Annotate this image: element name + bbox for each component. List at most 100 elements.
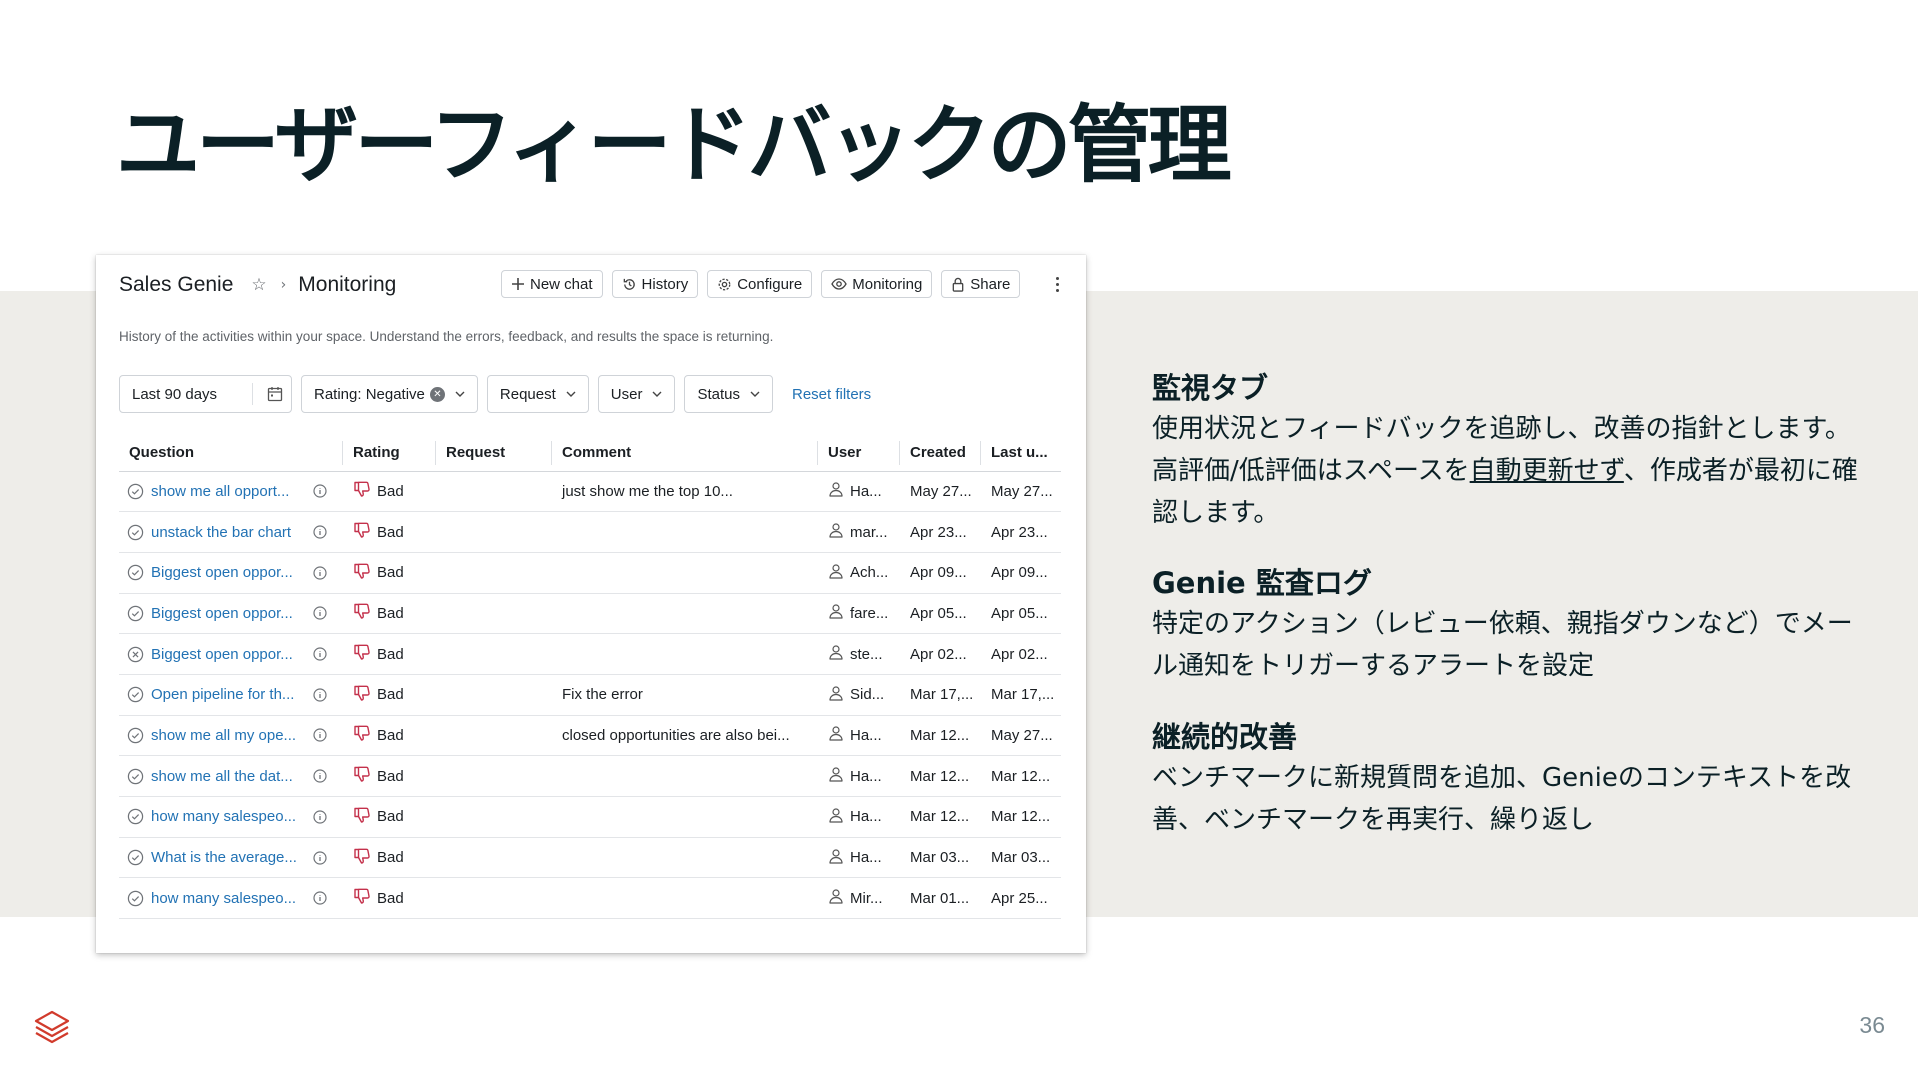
question-link[interactable]: show me all opport... [151, 483, 301, 500]
share-label: Share [970, 275, 1011, 293]
user-icon [828, 807, 850, 827]
info-icon[interactable] [313, 606, 327, 621]
star-icon[interactable]: ☆ [251, 275, 266, 295]
reset-filters-link[interactable]: Reset filters [792, 386, 871, 403]
table-row[interactable]: Biggest open oppor... Bad Ach... Apr 09... A… [119, 552, 1061, 594]
question-link[interactable]: What is the average... [151, 849, 301, 866]
table-row[interactable]: unstack the bar chart Bad mar... Apr 23... A… [119, 511, 1061, 553]
question-link[interactable]: unstack the bar chart [151, 524, 301, 541]
thumbs-down-icon [353, 765, 377, 787]
user-name: Sid... [850, 686, 885, 704]
created-cell: May 27... [900, 471, 981, 513]
info-icon[interactable] [313, 688, 327, 702]
info-icon[interactable] [313, 484, 327, 498]
table-row[interactable]: show me all the dat... Bad Ha... Mar 12... M… [119, 755, 1061, 797]
more-options-icon[interactable] [1048, 272, 1066, 296]
request-filter-label: Request [499, 385, 556, 403]
history-icon [623, 278, 635, 290]
user-name: Ha... [850, 808, 882, 826]
table-row[interactable]: Biggest open oppor... Bad fare... Apr 05...… [119, 593, 1061, 635]
thumbs-down-icon [353, 521, 377, 543]
success-status-icon [127, 483, 144, 500]
column-header[interactable]: Last u... [981, 435, 1061, 472]
comment-cell: Fix the error [552, 674, 818, 716]
date-range-label: Last 90 days [132, 385, 218, 403]
question-link[interactable]: how many salespeo... [151, 808, 301, 825]
question-link[interactable]: Biggest open oppor... [151, 646, 301, 663]
user-icon [828, 563, 850, 583]
app-name[interactable]: Sales Genie [119, 273, 233, 297]
success-status-icon [127, 808, 144, 825]
info-icon[interactable] [313, 647, 327, 661]
calendar-icon[interactable] [267, 386, 283, 402]
question-link[interactable]: how many salespeo... [151, 890, 301, 907]
rating-value: Bad [377, 849, 404, 867]
table-row[interactable]: show me all opport... Bad just show me the… [119, 471, 1061, 513]
last-updated-cell: May 27... [981, 471, 1061, 513]
info-icon[interactable] [313, 810, 327, 824]
rating-filter-label: Rating: Negative [314, 385, 425, 403]
user-filter[interactable]: User [597, 375, 676, 413]
rating-value: Bad [377, 767, 404, 785]
history-button[interactable]: History [611, 270, 699, 298]
clear-filter-icon[interactable]: ✕ [429, 386, 445, 402]
info-icon[interactable] [313, 850, 327, 865]
info-icon[interactable] [313, 769, 327, 783]
table-row[interactable]: Open pipeline for th... Bad Fix the error S… [119, 674, 1061, 716]
user-icon [828, 848, 850, 868]
configure-button[interactable]: Configure [707, 270, 813, 298]
success-status-icon [127, 524, 144, 541]
info-icon[interactable] [313, 891, 327, 905]
question-link[interactable]: Open pipeline for th... [151, 686, 301, 703]
databricks-logo-icon [34, 1010, 70, 1044]
last-updated-cell: Apr 09... [981, 552, 1061, 594]
new-chat-button[interactable]: New chat [501, 270, 603, 298]
table-row[interactable]: Biggest open oppor... Bad ste... Apr 02... A… [119, 633, 1061, 675]
table-row[interactable]: how many salespeo... Bad Mir... Mar 01... Ap… [119, 877, 1061, 920]
user-icon [828, 888, 850, 908]
question-link[interactable]: show me all the dat... [151, 768, 301, 785]
status-filter[interactable]: Status [684, 375, 773, 413]
monitoring-button[interactable]: Monitoring [821, 270, 933, 298]
request-filter[interactable]: Request [486, 375, 589, 413]
thumbs-down-icon [353, 480, 377, 502]
table-row[interactable]: how many salespeo... Bad Ha... Mar 12... Mar… [119, 796, 1061, 838]
comment-cell [552, 633, 818, 675]
rating-filter[interactable]: Rating: Negative ✕ [301, 375, 478, 413]
rating-value: Bad [377, 889, 404, 907]
created-cell: Apr 09... [900, 552, 981, 594]
info-icon[interactable] [313, 566, 327, 580]
column-header[interactable]: Rating [343, 435, 436, 472]
info-icon[interactable] [313, 728, 327, 743]
last-updated-cell: Apr 02... [981, 633, 1061, 675]
column-header[interactable]: User [818, 435, 900, 472]
column-header[interactable]: Created [900, 435, 981, 472]
chevron-down-icon [455, 391, 465, 397]
date-range-filter[interactable]: Last 90 days [119, 375, 292, 413]
column-header[interactable]: Question [119, 435, 343, 472]
underlined-text: 自動更新せず [1469, 456, 1624, 486]
question-link[interactable]: show me all my ope... [151, 727, 301, 744]
chevron-down-icon [750, 391, 760, 397]
rating-value: Bad [377, 686, 404, 704]
column-header[interactable]: Request [436, 435, 552, 472]
last-updated-cell: May 27... [981, 715, 1061, 757]
user-name: Ach... [850, 564, 889, 582]
last-updated-cell: Apr 25... [981, 877, 1061, 920]
question-link[interactable]: Biggest open oppor... [151, 605, 301, 622]
request-cell [436, 674, 552, 716]
user-icon [828, 522, 850, 542]
column-header[interactable]: Comment [552, 435, 818, 472]
thumbs-down-icon [353, 643, 377, 665]
request-cell [436, 715, 552, 757]
user-name: ste... [850, 645, 883, 663]
table-row[interactable]: show me all my ope... Bad closed opportuni… [119, 715, 1061, 757]
info-icon[interactable] [313, 525, 327, 539]
comment-cell [552, 837, 818, 879]
question-link[interactable]: Biggest open oppor... [151, 564, 301, 581]
history-label: History [641, 275, 689, 293]
section-body: 使用状況とフィードバックを追跡し、改善の指針とします。高評価/低評価はスペースを… [1152, 414, 1858, 528]
share-button[interactable]: Share [941, 270, 1021, 298]
table-row[interactable]: What is the average... Bad Ha... Mar 03... M… [119, 837, 1061, 879]
section-heading: 監視タブ [1152, 371, 1269, 405]
